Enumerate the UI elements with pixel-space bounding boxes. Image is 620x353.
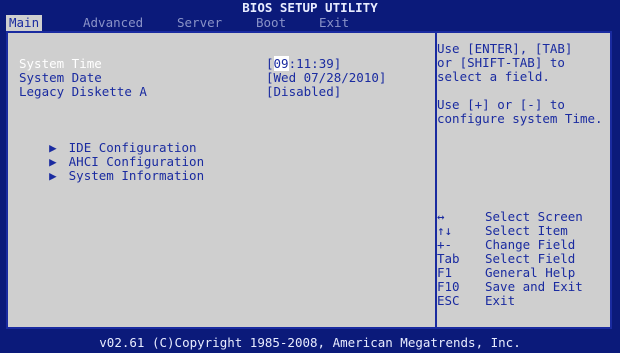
key-save-exit: F10 Save and Exit (437, 280, 583, 294)
help-line-5: configure system Time. (437, 111, 603, 126)
submenu-system-information[interactable]: ▶ System Information (19, 155, 204, 183)
bios-title: BIOS SETUP UTILITY (0, 0, 620, 15)
key-label: ESC (437, 293, 460, 308)
arrow-up-down-icon: ↑↓ (437, 223, 453, 238)
key-change-field: +- Change Field (437, 238, 575, 252)
legacy-diskette-value[interactable]: [Disabled] (266, 85, 341, 99)
key-select-screen: ↔ Select Screen (437, 210, 583, 224)
triangle-right-icon: ▶ (49, 168, 57, 183)
menu-bar: Main Advanced Server Boot Exit (0, 15, 620, 31)
key-select-item: ↑↓ Select Item (437, 224, 568, 238)
help-line-3: select a field. (437, 69, 550, 84)
arrow-left-right-icon: ↔ (437, 209, 445, 224)
system-time-rest: :11:39] (288, 56, 342, 71)
submenu-ahci-configuration[interactable]: ▶ AHCI Configuration (19, 141, 204, 169)
key-action: Exit (485, 293, 516, 308)
key-exit: ESC Exit (437, 294, 515, 308)
system-time-cursor-field[interactable]: 09 (273, 56, 289, 71)
key-label: F10 (437, 279, 460, 294)
submenu-ide-configuration[interactable]: ▶ IDE Configuration (19, 127, 196, 155)
system-time-open: [ (266, 56, 274, 71)
submenu-label: System Information (68, 168, 205, 183)
key-action: Save and Exit (485, 279, 583, 294)
tab-server[interactable]: Server (174, 15, 225, 31)
tab-advanced[interactable]: Advanced (80, 15, 146, 31)
key-label: Tab (437, 251, 460, 266)
key-select-field: Tab Select Field (437, 252, 575, 266)
key-general-help: F1 General Help (437, 266, 575, 280)
key-action: Select Field (485, 251, 576, 266)
key-action: Change Field (485, 237, 576, 252)
tab-exit[interactable]: Exit (316, 15, 352, 31)
key-label: F1 (437, 265, 453, 280)
system-time-value[interactable]: [09:11:39] (266, 56, 342, 71)
copyright-footer: v02.61 (C)Copyright 1985-2008, American … (0, 333, 620, 353)
help-line-4: Use [+] or [-] to (437, 97, 565, 112)
key-action: Select Screen (485, 209, 583, 224)
system-date-label[interactable]: System Date (19, 71, 102, 85)
key-action: Select Item (485, 223, 568, 238)
help-line-2: or [SHIFT-TAB] to (437, 55, 565, 70)
help-line-1: Use [ENTER], [TAB] (437, 41, 573, 56)
legacy-diskette-label[interactable]: Legacy Diskette A (19, 85, 147, 99)
tab-main[interactable]: Main (6, 15, 43, 31)
key-label: +- (437, 237, 453, 252)
system-time-label[interactable]: System Time (19, 57, 102, 71)
system-date-value[interactable]: [Wed 07/28/2010] (266, 71, 386, 85)
tab-boot[interactable]: Boot (253, 15, 289, 31)
key-action: General Help (485, 265, 576, 280)
